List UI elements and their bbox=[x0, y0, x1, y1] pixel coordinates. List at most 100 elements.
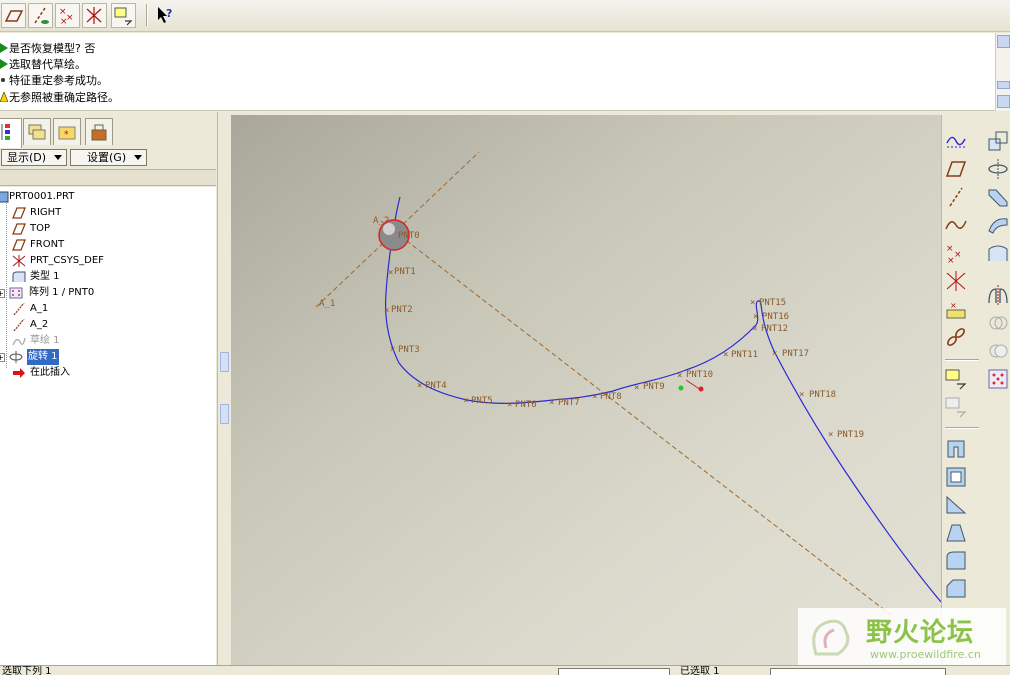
point-label: PNT7 bbox=[558, 398, 580, 408]
sketch-icon bbox=[12, 337, 26, 346]
extrude-icon[interactable] bbox=[944, 437, 968, 461]
tree-item-label: FRONT bbox=[30, 239, 65, 250]
message-line: 特征重定参考成功。 bbox=[0, 73, 108, 89]
datum-point-icon[interactable]: × × × bbox=[944, 241, 968, 265]
datum-axis-icon[interactable] bbox=[944, 185, 968, 209]
pattern-grid-icon[interactable] bbox=[986, 367, 1010, 391]
expand-toggle-icon[interactable]: + bbox=[0, 353, 5, 362]
datum-point-pnt2[interactable]: × PNT2 bbox=[384, 305, 413, 316]
tab-favorites[interactable]: * bbox=[53, 118, 81, 145]
collapse-left-icon[interactable] bbox=[220, 352, 229, 372]
tree-item-label: RIGHT bbox=[30, 207, 62, 218]
start-point-marker[interactable] bbox=[678, 385, 684, 391]
chevron-down-icon bbox=[54, 155, 62, 160]
shell-icon[interactable] bbox=[944, 465, 968, 489]
datum-point-pnt8[interactable]: × PNT8 bbox=[592, 392, 622, 402]
note-disabled-icon bbox=[944, 395, 968, 419]
tree-item-label: 在此插入 bbox=[30, 367, 70, 378]
chamfer-icon[interactable] bbox=[944, 577, 968, 601]
model-tree-panel: * 显示(D) 设置(G) PRT0001.PRT RIGHT TOP FRON… bbox=[0, 112, 218, 665]
datum-point-pnt5[interactable]: × PNT5 bbox=[463, 396, 493, 406]
datum-point-pnt11[interactable]: × PNT11 bbox=[723, 350, 758, 360]
scroll-thumb[interactable] bbox=[997, 81, 1010, 89]
datum-point-pnt3[interactable]: × PNT3 bbox=[390, 345, 420, 355]
datum-plane-icon bbox=[12, 223, 26, 235]
datum-axis-icon bbox=[13, 319, 25, 331]
datum-plane-icon bbox=[12, 239, 26, 251]
boundary-icon[interactable] bbox=[986, 241, 1010, 265]
coordinate-system-display-icon[interactable] bbox=[82, 3, 107, 28]
datum-plane-icon[interactable] bbox=[944, 157, 968, 181]
point-label: PNT11 bbox=[731, 350, 758, 360]
context-help-icon[interactable]: ? bbox=[154, 3, 179, 28]
datum-point-pnt10[interactable]: × PNT10 bbox=[677, 370, 713, 381]
point-label: PNT10 bbox=[686, 370, 713, 380]
panel-splitter[interactable] bbox=[219, 112, 231, 665]
point-mark: × bbox=[772, 349, 777, 359]
rib-icon[interactable] bbox=[944, 493, 968, 517]
revolve-icon[interactable] bbox=[986, 157, 1010, 181]
end-point-marker[interactable] bbox=[698, 386, 704, 392]
round-icon[interactable] bbox=[944, 549, 968, 573]
settings-menu-button[interactable]: 设置(G) bbox=[70, 149, 147, 166]
datum-point-pnt19[interactable]: × PNT19 bbox=[828, 430, 864, 440]
datum-plane-icon bbox=[12, 207, 26, 219]
filter-field[interactable] bbox=[770, 668, 946, 675]
axis-label-a1: A_1 bbox=[319, 299, 335, 309]
point-label: PNT6 bbox=[515, 400, 537, 410]
datum-point-pnt6[interactable]: × PNT6 bbox=[507, 400, 537, 410]
point-mark: × bbox=[388, 268, 393, 278]
svg-text:×: × bbox=[950, 301, 957, 310]
coordinate-system-icon[interactable] bbox=[944, 269, 968, 293]
prompt-arrow-icon bbox=[0, 59, 8, 69]
tab-tools[interactable] bbox=[85, 118, 113, 145]
datum-chain-icon[interactable] bbox=[944, 325, 968, 349]
expand-toggle-icon[interactable]: + bbox=[0, 289, 5, 298]
blend-icon[interactable] bbox=[986, 213, 1010, 237]
datum-plane-display-icon[interactable] bbox=[1, 3, 26, 28]
tab-layers[interactable] bbox=[23, 118, 51, 145]
analysis-icon[interactable]: × bbox=[944, 297, 968, 321]
datum-point-pnt4[interactable]: × PNT4 bbox=[417, 381, 447, 391]
point-mark: × bbox=[750, 298, 755, 308]
datum-point-pnt15[interactable]: × PNT15 bbox=[750, 298, 786, 308]
message-scrollbar[interactable] bbox=[995, 33, 1010, 111]
note-icon[interactable] bbox=[944, 367, 968, 391]
datum-curve-icon bbox=[12, 271, 26, 282]
point-label: PNT3 bbox=[398, 345, 420, 355]
datum-point-pnt1[interactable]: × PNT1 bbox=[388, 267, 416, 278]
settings-menu-label: 设置(G) bbox=[87, 151, 127, 164]
annotation-display-icon[interactable] bbox=[111, 3, 136, 28]
datum-point-pnt16[interactable]: × PNT16 bbox=[753, 312, 789, 322]
show-menu-button[interactable]: 显示(D) bbox=[1, 149, 67, 166]
scroll-up-icon[interactable] bbox=[997, 35, 1010, 48]
datum-point-pnt18[interactable]: × PNT18 bbox=[799, 390, 836, 400]
sweep-icon[interactable] bbox=[986, 185, 1010, 209]
watermark-url: www.proewildfire.cn bbox=[870, 648, 981, 661]
datum-point-pnt12[interactable]: × PNT12 bbox=[752, 324, 788, 334]
feature-toolbar: × × × × bbox=[941, 115, 1010, 665]
expand-right-icon[interactable] bbox=[220, 404, 229, 424]
show-menu-label: 显示(D) bbox=[7, 151, 47, 164]
datum-point-pnt0[interactable]: PNT0 bbox=[398, 231, 420, 241]
datum-point-pnt7[interactable]: × PNT7 bbox=[549, 398, 580, 408]
point-label: PNT18 bbox=[809, 390, 836, 400]
datum-axis-a2[interactable] bbox=[380, 220, 892, 616]
datum-point-pnt9[interactable]: × PNT9 bbox=[634, 382, 665, 393]
point-label: PNT4 bbox=[425, 381, 447, 391]
datum-curve-icon[interactable] bbox=[944, 213, 968, 237]
sketched-datum-curve-icon[interactable] bbox=[944, 129, 968, 153]
mirror-icon[interactable] bbox=[986, 283, 1010, 307]
status-field[interactable] bbox=[558, 668, 670, 675]
draft-icon[interactable] bbox=[944, 521, 968, 545]
datum-point-display-icon[interactable]: × × × bbox=[55, 3, 80, 28]
scroll-down-icon[interactable] bbox=[997, 95, 1010, 108]
graphics-window[interactable]: A_1 A_2 PNT0 × PNT1 × PNT2 × PNT3 × PNT4 × PN… bbox=[231, 115, 941, 665]
scale-icon[interactable] bbox=[986, 129, 1010, 153]
point-mark: × bbox=[507, 400, 512, 410]
model-view[interactable]: A_1 A_2 PNT0 × PNT1 × PNT2 × PNT3 × PNT4 × PN… bbox=[231, 115, 941, 665]
point-label: PNT8 bbox=[600, 392, 622, 402]
datum-curve[interactable] bbox=[384, 196, 941, 603]
datum-axis-display-icon[interactable] bbox=[28, 3, 53, 28]
tab-model-tree[interactable] bbox=[0, 118, 22, 148]
